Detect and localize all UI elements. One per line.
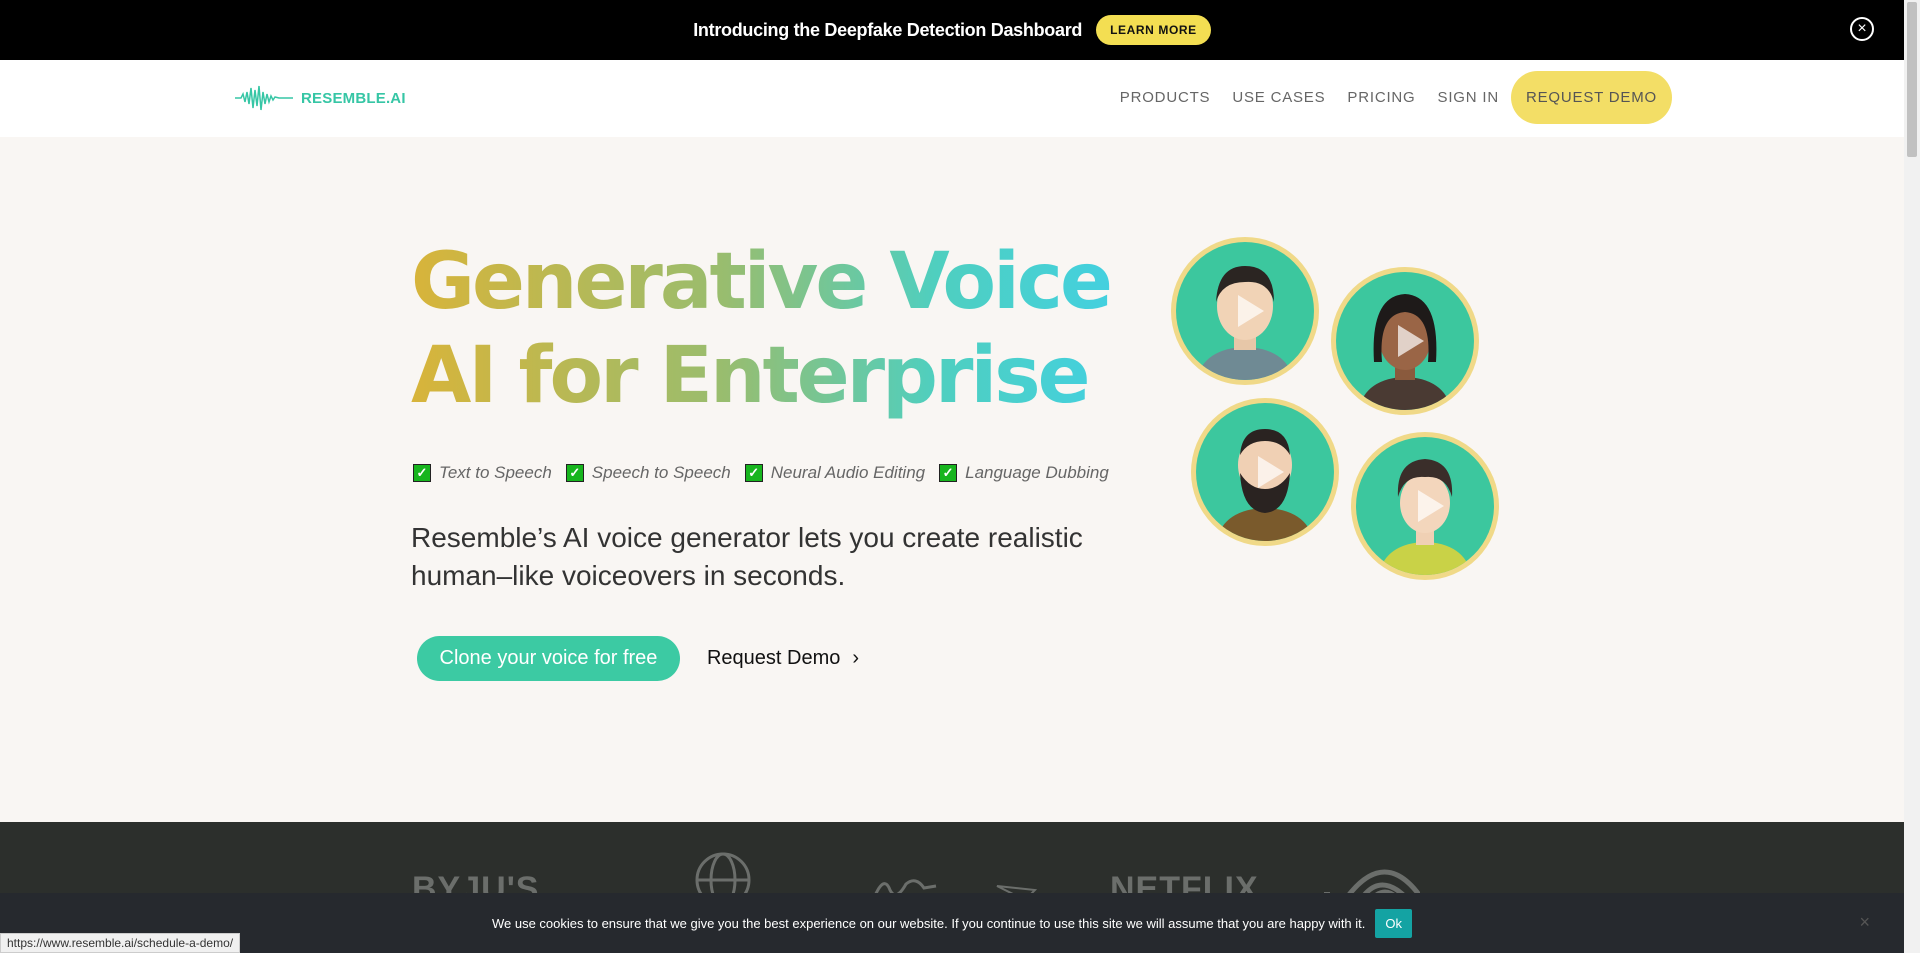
chevron-right-icon: › [852,647,860,669]
nav-pricing[interactable]: PRICING [1347,89,1415,106]
browser-status-url: https://www.resemble.ai/schedule-a-demo/ [0,933,241,953]
feature-label: Language Dubbing [965,463,1109,482]
checkmark-icon: ✓ [939,464,958,482]
feature-label: Text to Speech [439,463,552,482]
feature-item: ✓ Language Dubbing [939,463,1109,483]
scrollbar-thumb[interactable] [1907,2,1917,157]
play-icon [1238,295,1264,327]
avatar [1176,242,1314,380]
avatar [1356,437,1494,575]
hero-title: Generative Voice AI for Enterprise [411,235,1113,423]
hero-title-line1: Generative Voice [411,237,1113,327]
cookie-banner: We use cookies to ensure that we give yo… [0,893,1904,953]
checkmark-icon: ✓ [413,464,431,482]
logo-text: RESEMBLE.AI [301,89,406,107]
voice-avatar-3[interactable] [1191,398,1339,546]
request-demo-label: Request Demo [706,647,841,669]
checkmark-icon: ✓ [744,464,763,482]
logo[interactable]: RESEMBLE.AI [235,84,406,112]
feature-item: ✓ Text to Speech [413,463,552,483]
nav-links: PRODUCTS USE CASES PRICING SIGN IN REQUE… [1098,71,1672,124]
feature-list: ✓ Text to Speech ✓ Speech to Speech ✓ Ne… [413,463,1123,483]
nav-sign-in[interactable]: SIGN IN [1438,89,1499,106]
cookie-ok-button[interactable]: Ok [1375,908,1413,938]
learn-more-button[interactable]: LEARN MORE [1096,15,1211,45]
feature-item: ✓ Speech to Speech [565,463,731,483]
request-demo-button[interactable]: Request Demo › [693,636,873,681]
page-scrollbar[interactable] [1904,0,1920,953]
nav-use-cases[interactable]: USE CASES [1232,89,1325,106]
close-icon[interactable]: × [1859,912,1870,933]
voice-avatar-1[interactable] [1171,237,1319,385]
play-icon [1418,490,1444,522]
announcement-bar: Introducing the Deepfake Detection Dashb… [0,0,1904,60]
feature-label: Neural Audio Editing [770,463,926,482]
close-icon[interactable]: × [1850,17,1874,41]
request-demo-nav-button[interactable]: REQUEST DEMO [1510,71,1672,124]
cookie-text: We use cookies to ensure that we give yo… [491,915,1366,931]
waveform-icon [235,85,293,111]
nav-products[interactable]: PRODUCTS [1120,89,1211,106]
announcement-text: Introducing the Deepfake Detection Dashb… [693,19,1083,40]
avatar [1196,403,1334,541]
main-navigation: RESEMBLE.AI PRODUCTS USE CASES PRICING S… [0,60,1904,137]
hero-description: Resemble’s AI voice generator lets you c… [411,522,1083,591]
voice-avatar-4[interactable] [1351,432,1499,580]
feature-label: Speech to Speech [591,463,731,482]
hero-title-line2: AI for Enterprise [411,329,1110,423]
avatar [1336,272,1474,410]
clone-voice-button[interactable]: Clone your voice for free [417,636,680,681]
play-icon [1398,325,1424,357]
checkmark-icon: ✓ [565,464,584,482]
voice-avatar-2[interactable] [1331,267,1479,415]
feature-item: ✓ Neural Audio Editing [744,463,926,483]
play-icon [1258,456,1284,488]
